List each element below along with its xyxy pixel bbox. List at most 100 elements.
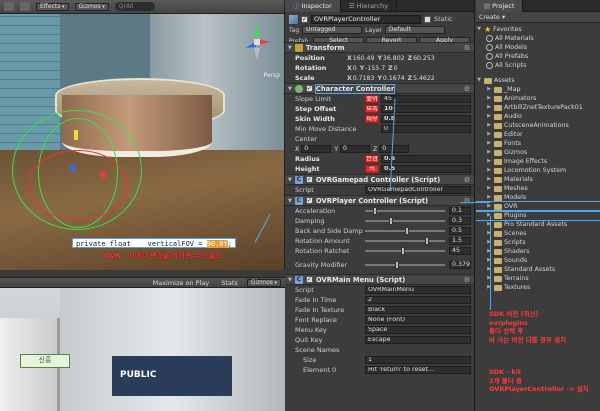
rotation-x[interactable]: X0: [347, 65, 357, 72]
assets-item[interactable]: ▼ Assets: [476, 76, 600, 85]
min-move-field[interactable]: 0: [381, 125, 471, 133]
x-axis-handle[interactable]: [100, 172, 106, 178]
player-param-value[interactable]: 0.5: [449, 227, 471, 235]
scale-x[interactable]: X0.7183: [347, 75, 374, 82]
player-param-slider[interactable]: [365, 247, 445, 255]
active-checkbox[interactable]: ✓: [301, 15, 308, 23]
tab-project[interactable]: ▤ Project: [476, 0, 524, 12]
gamepad-script-field[interactable]: OVRGamepadController: [365, 186, 471, 194]
folder-item[interactable]: ▶ ArtbillZnetTexturePack01: [476, 103, 600, 112]
transform-header[interactable]: ▼ Transform ⚙: [285, 42, 474, 53]
menu-key-dropdown[interactable]: Space: [365, 326, 471, 334]
gravity-slider-knob[interactable]: [395, 261, 400, 269]
tab-hierarchy[interactable]: ☰ Hierarchy: [341, 0, 398, 12]
player-param-value[interactable]: 1.5: [449, 237, 471, 245]
center-x[interactable]: X0: [295, 145, 332, 153]
ovr-main-menu-checkbox[interactable]: ✓: [305, 276, 313, 283]
folder-item[interactable]: ▶ Gizmos: [476, 148, 600, 157]
folder-item[interactable]: ▶ Animators: [476, 94, 600, 103]
folder-item[interactable]: ▶ Sounds: [476, 256, 600, 265]
favorite-item[interactable]: All Scripts: [476, 61, 600, 70]
folder-item[interactable]: ▶ Standard Assets: [476, 265, 600, 274]
maximize-on-play-button[interactable]: Maximize on Play: [150, 279, 213, 287]
scene-light-toggle[interactable]: [20, 2, 30, 11]
ovr-player-checkbox[interactable]: ✓: [305, 197, 313, 204]
scene-search-input[interactable]: QrAll: [114, 2, 155, 11]
scale-y[interactable]: Y0.1674: [377, 75, 404, 82]
player-param-slider[interactable]: [365, 237, 445, 245]
element0-field[interactable]: Hit 'return' to reset...: [365, 366, 471, 374]
position-x[interactable]: X160.49: [347, 55, 374, 62]
stats-button[interactable]: Stats: [218, 279, 241, 287]
center-y[interactable]: Y0: [334, 145, 371, 153]
folder-item[interactable]: ▶ Shaders: [476, 247, 600, 256]
orientation-gizmo-icon[interactable]: [242, 22, 272, 62]
size-field[interactable]: 1: [365, 356, 471, 364]
z-axis-handle[interactable]: [70, 165, 76, 171]
gear-icon[interactable]: ⚙: [464, 197, 470, 205]
rotation-y[interactable]: Y-155.7: [360, 65, 385, 72]
ovr-main-menu-header[interactable]: ▼ C ✓ OVRMain Menu (Script) ⚙: [285, 274, 474, 285]
folder-item[interactable]: ▶ Scenes: [476, 229, 600, 238]
player-param-slider-knob[interactable]: [373, 207, 377, 215]
favorite-item[interactable]: All Prefabs: [476, 52, 600, 61]
position-y[interactable]: Y36.802: [377, 55, 404, 62]
folder-item[interactable]: ▶ CutsceneAnimations: [476, 121, 600, 130]
folder-item[interactable]: ▶ Scripts: [476, 238, 600, 247]
player-param-slider[interactable]: [365, 227, 445, 235]
player-param-slider[interactable]: [365, 207, 445, 215]
character-controller-header[interactable]: ▼ ✓ Character Controller ⚙: [285, 83, 474, 94]
y-axis-handle[interactable]: [74, 130, 78, 140]
ovr-player-header[interactable]: ▼ C ✓ OVRPlayer Controller (Script) ⚙: [285, 195, 474, 206]
player-param-slider-knob[interactable]: [405, 227, 409, 235]
height-field[interactable]: 0.5: [381, 165, 471, 173]
gear-icon[interactable]: ⚙: [464, 176, 470, 184]
folder-item[interactable]: ▶ Fonts: [476, 139, 600, 148]
gear-icon[interactable]: ⚙: [464, 44, 470, 52]
player-param-slider-knob[interactable]: [425, 237, 429, 245]
ovr-gamepad-header[interactable]: ▼ C ✓ OVRGamepad Controller (Script) ⚙: [285, 174, 474, 185]
tab-inspector[interactable]: ⓘ Inspector: [285, 0, 341, 12]
player-param-value[interactable]: 0.3: [449, 217, 471, 225]
scene-2d-toggle[interactable]: [4, 2, 14, 11]
folder-item[interactable]: ▶ Textures: [476, 283, 600, 292]
rotation-gizmo-ring[interactable]: [28, 150, 128, 220]
folder-item[interactable]: ▶ Plugins: [476, 210, 600, 221]
static-dropdown[interactable]: Static: [434, 15, 453, 23]
effects-dropdown[interactable]: Effects: [36, 2, 69, 11]
folder-item[interactable]: ▶ Materials: [476, 175, 600, 184]
scale-z[interactable]: Z5.4622: [408, 75, 435, 82]
scene-view[interactable]: Persp Effects Gizmos QrAll private float…: [0, 0, 285, 270]
player-param-slider-knob[interactable]: [389, 217, 393, 225]
folder-item[interactable]: ▶ Locomotion System: [476, 166, 600, 175]
static-checkbox[interactable]: [424, 15, 431, 23]
folder-item[interactable]: ▶ _Map: [476, 85, 600, 94]
tag-dropdown[interactable]: Untagged: [302, 26, 363, 34]
layer-dropdown[interactable]: Default: [384, 26, 445, 34]
menu-script-field[interactable]: OVRMainMenu: [365, 286, 471, 294]
game-gizmos-dropdown[interactable]: Gizmos: [246, 278, 281, 287]
player-param-slider-knob[interactable]: [401, 247, 405, 255]
folder-item[interactable]: ▶ Pro Standard Assets: [476, 220, 600, 229]
position-z[interactable]: Z60.253: [408, 55, 435, 62]
favorites-item[interactable]: ▼ ★ Favorites: [476, 25, 600, 34]
player-param-value[interactable]: 0.1: [449, 207, 471, 215]
fade-in-texture-field[interactable]: Black: [365, 306, 471, 314]
scene-names-row[interactable]: Scene Names: [285, 345, 474, 355]
favorite-item[interactable]: All Models: [476, 43, 600, 52]
favorite-item[interactable]: All Materials: [476, 34, 600, 43]
gear-icon[interactable]: ⚙: [464, 85, 470, 93]
folder-item[interactable]: ▶ Terrains: [476, 274, 600, 283]
quit-key-dropdown[interactable]: Escape: [365, 336, 471, 344]
game-view[interactable]: 신흥 PUBLIC: [0, 288, 285, 411]
font-replace-field[interactable]: None (Font): [365, 316, 471, 324]
folder-item[interactable]: ▶ Meshes: [476, 184, 600, 193]
fade-in-time-field[interactable]: 2: [365, 296, 471, 304]
object-name-field[interactable]: OVRPlayerController: [311, 14, 421, 24]
folder-item[interactable]: ▶ OVR: [476, 201, 600, 212]
gizmos-dropdown[interactable]: Gizmos: [74, 2, 109, 11]
radius-field[interactable]: 0.6: [381, 155, 471, 163]
create-dropdown[interactable]: Create: [479, 14, 500, 21]
folder-item[interactable]: ▶ Models: [476, 193, 600, 202]
folder-item[interactable]: ▶ Image Effects: [476, 157, 600, 166]
